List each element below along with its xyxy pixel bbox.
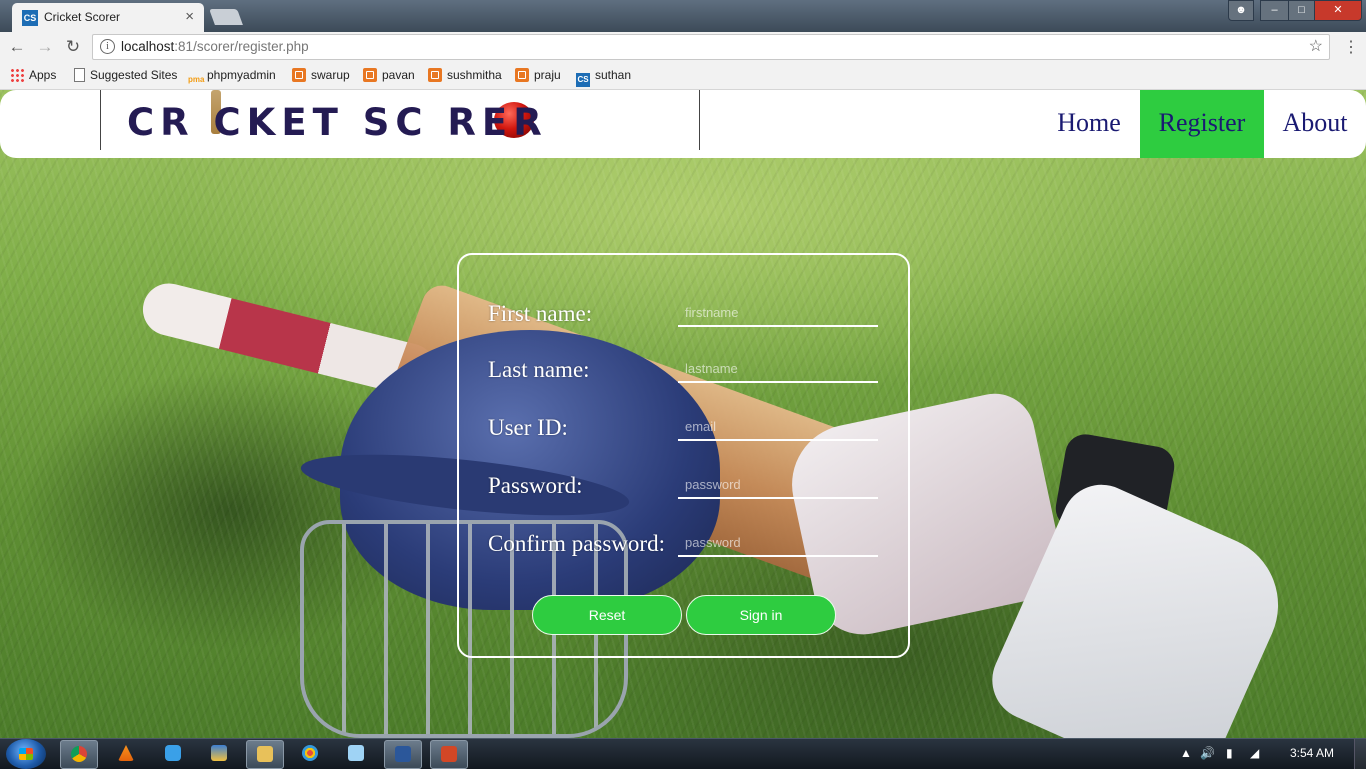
page-viewport: CR CKET SC RER Home Register About First… [0,90,1366,738]
user-id-input[interactable] [678,413,878,441]
registration-form: First name: Last name: User ID: Password… [457,253,910,658]
vlc-icon[interactable] [108,740,144,767]
first-name-label: First name: [488,301,593,326]
bookmark-star-icon[interactable]: ☆ [1309,36,1323,56]
xampp-icon [363,68,377,82]
network-icon[interactable] [155,740,191,767]
bookmark-swarup[interactable]: swarup [292,68,350,82]
logo[interactable]: CR CKET SC RER [100,90,700,150]
last-name-input[interactable] [678,355,878,383]
bookmark-pavan[interactable]: pavan [363,68,415,82]
xampp-icon [515,68,529,82]
browser-toolbar: ← → ↻ i localhost:81/scorer/register.php… [0,32,1366,62]
page-icon [74,68,85,82]
powerpoint-icon[interactable] [430,740,468,769]
word-icon[interactable] [384,740,422,769]
forward-arrow-icon[interactable]: → [34,36,56,58]
paint-icon[interactable] [292,740,328,767]
windows-taskbar: ▲ 🔊 ▮ ◢ 3:54 AM [0,738,1366,769]
form-row-confirm-password: Confirm password: [488,517,888,557]
password-input[interactable] [678,471,878,499]
new-tab-button[interactable] [209,9,243,25]
bookmark-phpmyadmin[interactable]: pma phpmyadmin [188,68,276,87]
bookmark-suthan[interactable]: CS suthan [576,68,631,87]
nav-register[interactable]: Register [1140,90,1264,158]
user-profile-icon[interactable]: ☻ [1228,0,1254,21]
xampp-icon [428,68,442,82]
bookmarks-bar: Apps Suggested Sites pma phpmyadmin swaru… [0,62,1366,90]
confirm-password-input[interactable] [678,529,878,557]
user-id-label: User ID: [488,415,568,440]
url-text: localhost:81/scorer/register.php [121,39,309,54]
signal-icon[interactable]: ◢ [1250,746,1259,760]
phpmyadmin-icon: pma [188,75,205,84]
taskbar-clock[interactable]: 3:54 AM [1290,746,1334,760]
explorer-icon[interactable] [246,740,284,769]
reload-icon[interactable]: ↻ [62,36,84,58]
form-row-last-name: Last name: [488,343,888,383]
confirm-password-label: Confirm password: [488,531,665,556]
apps-grid-icon [10,68,24,82]
bookmark-suggested-sites[interactable]: Suggested Sites [72,68,177,82]
sign-in-button[interactable]: Sign in [686,595,836,635]
reset-button[interactable]: Reset [532,595,682,635]
maximize-icon[interactable]: □ [1288,0,1315,21]
last-name-label: Last name: [488,357,590,382]
sticky-icon[interactable] [201,740,237,767]
notepad-icon[interactable] [338,740,374,767]
logo-text: CR CKET SC RER [127,101,548,144]
form-row-user-id: User ID: [488,401,888,441]
first-name-input[interactable] [678,299,878,327]
start-button[interactable] [6,739,46,769]
show-desktop-button[interactable] [1354,739,1366,769]
browser-titlebar: CS Cricket Scorer × ☻ – □ ✕ [0,0,1366,32]
browser-tab[interactable]: CS Cricket Scorer × [12,3,204,32]
tray-expand-icon[interactable]: ▲ [1180,746,1192,760]
chrome-icon[interactable] [60,740,98,769]
power-icon[interactable]: ▮ [1226,746,1233,760]
cs-favicon-icon: CS [22,10,38,26]
kebab-menu-icon[interactable]: ⋮ [1343,37,1359,57]
cs-icon: CS [576,73,590,87]
form-row-first-name: First name: [488,287,888,327]
site-header: CR CKET SC RER Home Register About [0,90,1366,158]
form-row-password: Password: [488,459,888,499]
bookmark-apps[interactable]: Apps [10,68,56,82]
back-arrow-icon[interactable]: ← [6,36,28,58]
windows-logo-icon [19,748,33,760]
password-label: Password: [488,473,583,498]
volume-icon[interactable]: 🔊 [1200,746,1215,760]
bookmark-sushmitha[interactable]: sushmitha [428,68,502,82]
close-tab-icon[interactable]: × [185,8,194,25]
address-bar[interactable]: i localhost:81/scorer/register.php ☆ [92,34,1330,60]
bookmark-praju[interactable]: praju [515,68,561,82]
nav-home[interactable]: Home [1046,90,1132,158]
tab-title: Cricket Scorer [44,10,121,24]
minimize-icon[interactable]: – [1260,0,1289,21]
close-window-icon[interactable]: ✕ [1314,0,1362,21]
info-icon[interactable]: i [100,39,115,54]
xampp-icon [292,68,306,82]
nav-about[interactable]: About [1272,90,1358,158]
